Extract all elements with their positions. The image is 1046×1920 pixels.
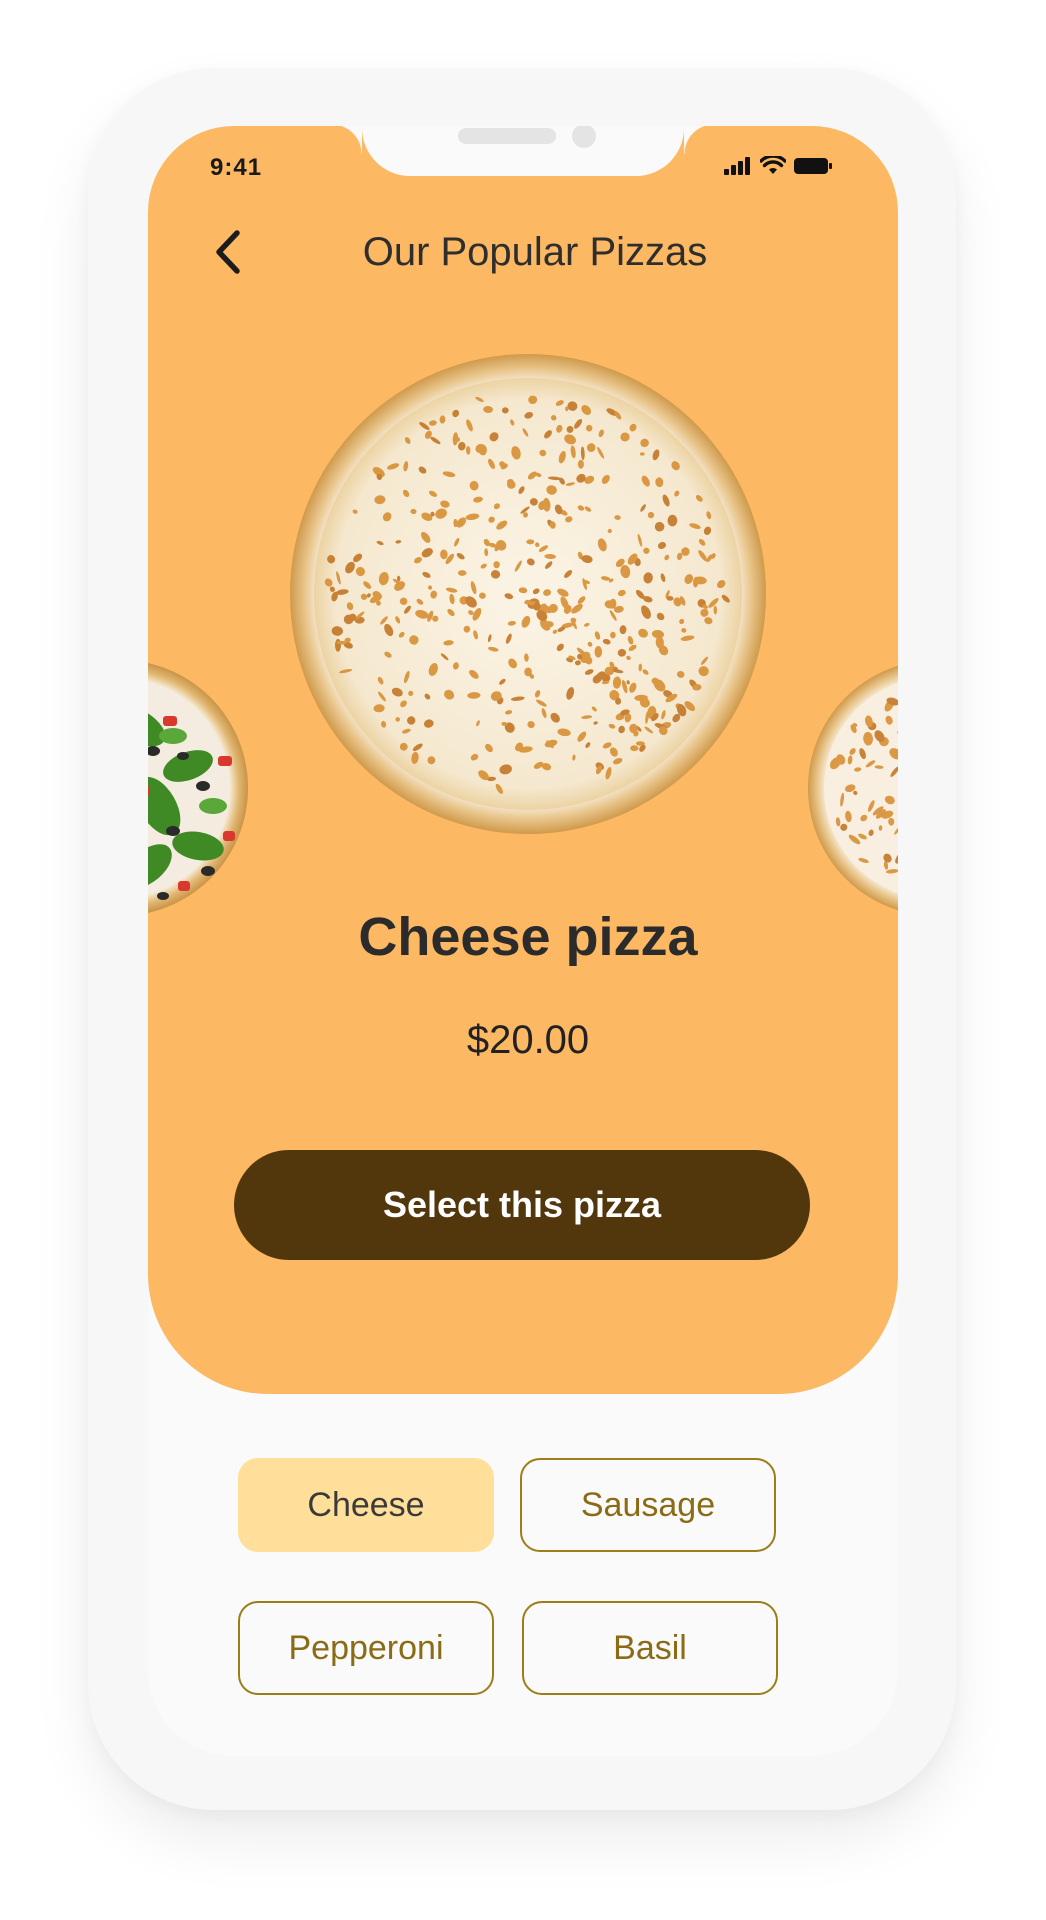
carousel-pizza-right[interactable] [804, 656, 898, 920]
status-time: 9:41 [210, 154, 263, 181]
hero-section: 9:41 Our Popular Pizzas Cheese pizza $20… [148, 126, 898, 1394]
topping-chip-label: Pepperoni [288, 1628, 444, 1667]
pizza-price: $20.00 [466, 1018, 590, 1062]
topping-chip-cheese[interactable]: Cheese [238, 1458, 494, 1552]
topping-chip-label: Sausage [580, 1485, 716, 1524]
carousel-pizza-main[interactable] [288, 352, 768, 836]
speaker-grille [458, 128, 556, 144]
wifi-icon [760, 156, 786, 174]
topping-chip-sausage[interactable]: Sausage [520, 1458, 776, 1552]
status-icons [724, 156, 834, 176]
carousel-pizza-left[interactable] [148, 656, 252, 920]
signal-icon [724, 157, 750, 175]
select-pizza-button[interactable]: Select this pizza [234, 1150, 810, 1260]
topping-chip-basil[interactable]: Basil [522, 1601, 778, 1695]
battery-icon [794, 158, 832, 174]
stage: 9:41 Our Popular Pizzas Cheese pizza $20… [0, 0, 1046, 1920]
topping-chip-label: Basil [613, 1628, 687, 1667]
pizza-name: Cheese pizza [358, 907, 698, 967]
topping-chip-pepperoni[interactable]: Pepperoni [238, 1601, 494, 1695]
page-title: Our Popular Pizzas [362, 230, 708, 274]
phone-screen: 9:41 Our Popular Pizzas Cheese pizza $20… [148, 126, 898, 1756]
topping-chip-label: Cheese [307, 1485, 425, 1524]
